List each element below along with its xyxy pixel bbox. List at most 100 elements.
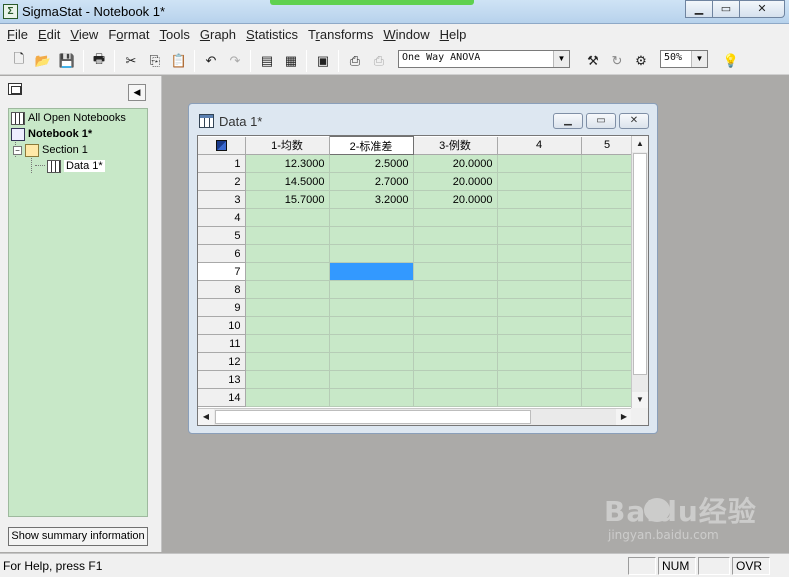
row-header[interactable]: 9 <box>198 298 246 317</box>
menu-format[interactable]: Format <box>103 24 154 45</box>
data-cell[interactable] <box>497 352 582 371</box>
data-cell[interactable] <box>245 208 330 227</box>
row-header[interactable]: 6 <box>198 244 246 263</box>
close-button[interactable]: ✕ <box>619 113 649 129</box>
lightbulb-icon[interactable]: 💡 <box>720 50 742 71</box>
data-cell[interactable] <box>329 226 414 245</box>
menu-graph[interactable]: Graph <box>195 24 241 45</box>
rerun-icon[interactable]: ↻ <box>606 50 628 71</box>
tree-item-section[interactable]: − Section 1 <box>13 142 88 158</box>
column-header[interactable]: 5 <box>581 136 634 155</box>
data-cell[interactable] <box>581 352 634 371</box>
column-header[interactable]: 2-标准差 <box>328 136 414 155</box>
data-cell[interactable] <box>581 334 634 353</box>
data-cell[interactable] <box>329 352 414 371</box>
data-cell[interactable] <box>581 280 634 299</box>
data-cell[interactable] <box>497 208 582 227</box>
sigmastat-app-icon[interactable]: Σ <box>3 4 18 19</box>
menu-window[interactable]: Window <box>378 24 434 45</box>
data-cell[interactable] <box>497 388 582 407</box>
select-all-corner[interactable] <box>198 136 246 155</box>
data-cell[interactable] <box>497 154 582 173</box>
data-cell[interactable] <box>413 244 498 263</box>
data-cell[interactable] <box>329 334 414 353</box>
data-cell[interactable] <box>329 388 414 407</box>
data-cell[interactable] <box>245 370 330 389</box>
new-file-icon[interactable]: 🗋 <box>8 50 30 71</box>
notebook-manager-icon[interactable]: ▣ <box>312 50 334 71</box>
row-header[interactable]: 8 <box>198 280 246 299</box>
scroll-left-icon[interactable]: ◀ <box>198 409 214 425</box>
chevron-down-icon[interactable]: ▼ <box>553 51 569 67</box>
data-cell[interactable] <box>581 154 634 173</box>
data-cell[interactable] <box>581 226 634 245</box>
data-cell[interactable]: 3.2000 <box>329 190 414 209</box>
row-header[interactable]: 13 <box>198 370 246 389</box>
menu-edit[interactable]: Edit <box>33 24 65 45</box>
menu-view[interactable]: View <box>65 24 103 45</box>
scroll-up-icon[interactable]: ▲ <box>632 136 648 152</box>
data-cell[interactable] <box>413 388 498 407</box>
undo-icon[interactable]: ↶ <box>200 50 222 71</box>
collapse-node-icon[interactable]: − <box>13 145 22 155</box>
data-cell[interactable] <box>329 370 414 389</box>
row-header[interactable]: 4 <box>198 208 246 227</box>
worksheet-title-bar[interactable]: Data 1* ▁ ▭ ✕ <box>189 104 657 132</box>
data-cell[interactable] <box>497 262 582 281</box>
redo-icon[interactable]: ↷ <box>224 50 246 71</box>
column-header[interactable]: 4 <box>497 136 582 155</box>
data-cell[interactable] <box>581 172 634 191</box>
tree-item-all-notebooks[interactable]: All Open Notebooks <box>11 110 126 126</box>
zoom-select[interactable]: 50% ▼ <box>660 50 708 68</box>
row-header[interactable]: 11 <box>198 334 246 353</box>
data-cell[interactable] <box>413 352 498 371</box>
data-cell[interactable] <box>245 334 330 353</box>
data-cell[interactable] <box>581 388 634 407</box>
collapse-panel-button[interactable]: ◀ <box>128 84 146 101</box>
data-cell[interactable] <box>497 226 582 245</box>
vertical-scrollbar[interactable]: ▲ ▼ <box>631 136 648 408</box>
data-cell[interactable] <box>581 370 634 389</box>
row-header[interactable]: 7 <box>198 262 246 281</box>
data-cell[interactable] <box>329 208 414 227</box>
column-header[interactable]: 1-均数 <box>245 136 330 155</box>
scroll-thumb[interactable] <box>215 410 531 424</box>
scroll-right-icon[interactable]: ▶ <box>616 409 632 425</box>
data-cell[interactable] <box>497 172 582 191</box>
active-cell[interactable] <box>329 262 414 281</box>
paste-icon[interactable]: 📋 <box>168 50 190 71</box>
data-cell[interactable] <box>413 280 498 299</box>
copy-icon[interactable]: ⎘ <box>144 50 166 71</box>
menu-help[interactable]: Help <box>435 24 472 45</box>
data-cell[interactable] <box>581 208 634 227</box>
data-cell[interactable]: 2.5000 <box>329 154 414 173</box>
row-header[interactable]: 5 <box>198 226 246 245</box>
row-header[interactable]: 1 <box>198 154 246 173</box>
data-cell[interactable] <box>497 244 582 263</box>
data-cell[interactable] <box>329 280 414 299</box>
data-cell[interactable]: 2.7000 <box>329 172 414 191</box>
new-worksheet-icon[interactable]: ▤ <box>256 50 278 71</box>
menu-tools[interactable]: Tools <box>155 24 195 45</box>
data-cell[interactable] <box>497 316 582 335</box>
data-cell[interactable] <box>245 244 330 263</box>
test-select[interactable]: One Way ANOVA ▼ <box>398 50 570 68</box>
tree-item-data-worksheet[interactable]: Data 1* <box>47 158 105 174</box>
show-summary-button[interactable]: Show summary information <box>8 527 148 546</box>
menu-transforms[interactable]: Transforms <box>303 24 378 45</box>
data-cell[interactable] <box>245 388 330 407</box>
row-header[interactable]: 14 <box>198 388 246 407</box>
data-cell[interactable] <box>413 334 498 353</box>
maximize-button[interactable]: ▭ <box>586 113 616 129</box>
data-cell[interactable] <box>581 244 634 263</box>
data-cell[interactable] <box>245 352 330 371</box>
data-cell[interactable]: 20.0000 <box>413 190 498 209</box>
report-icon[interactable]: ⎙ <box>344 50 366 71</box>
data-cell[interactable]: 14.5000 <box>245 172 330 191</box>
column-header[interactable]: 3-例数 <box>413 136 498 155</box>
data-cell[interactable] <box>329 316 414 335</box>
data-cell[interactable] <box>245 262 330 281</box>
row-header[interactable]: 2 <box>198 172 246 191</box>
row-header[interactable]: 3 <box>198 190 246 209</box>
close-button[interactable]: ✕ <box>739 0 785 18</box>
